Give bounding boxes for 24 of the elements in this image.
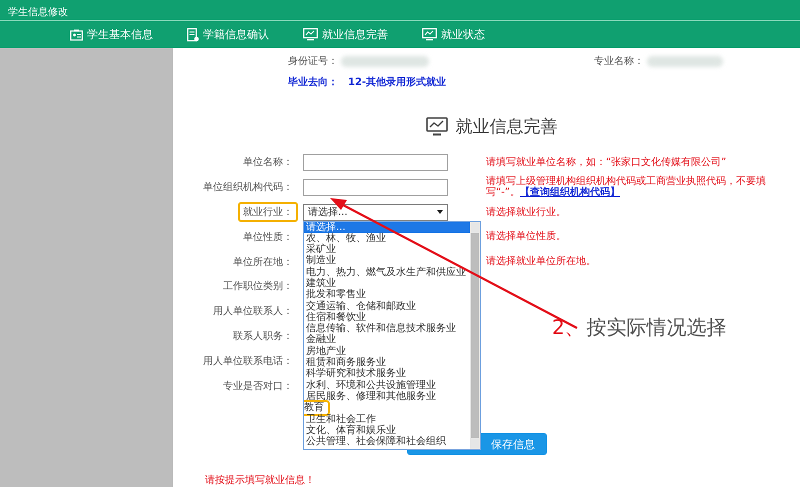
field-label: 用人单位联系电话： — [202, 354, 294, 369]
hint-text: 请填写就业单位名称，如：“张家口文化传媒有限公司” — [486, 156, 726, 168]
field-label: 专业名称： — [594, 54, 644, 68]
window-title: 学生信息修改 — [8, 7, 68, 18]
field-label: 就业行业： — [238, 202, 298, 222]
field-label: 联系人职务： — [232, 330, 294, 344]
field-label: 毕业去向： — [288, 76, 338, 89]
step-number: 2、 — [552, 314, 585, 341]
hint-text: 请选择就业行业。 — [486, 206, 566, 218]
section-title: 就业信息完善 — [456, 116, 558, 138]
field-label: 单位所在地： — [232, 256, 294, 270]
hint-text: 请选择单位性质。 — [486, 231, 566, 242]
field-label: 专业是否对口： — [222, 380, 294, 394]
hint-text: 请选择就业单位所在地。 — [486, 256, 596, 268]
field-label: 身份证号： — [288, 55, 338, 68]
field-label: 单位性质： — [242, 230, 294, 245]
hint-text: 请填写上级管理机构组织机构代码或工商营业执照代码，不要填写“-”。【查询组织机构代码】 — [486, 176, 766, 198]
field-label: 用人单位联系人： — [212, 304, 294, 320]
field-value: 12-其他录用形式就业 — [348, 76, 446, 89]
callout-text: 按实际情况选择 — [586, 314, 727, 341]
field-label: 单位名称： — [242, 156, 294, 170]
error-message: 请按提示填写就业信息！ — [205, 474, 316, 487]
field-label: 工作职位类别： — [222, 280, 294, 294]
field-label: 单位组织机构代码： — [202, 180, 294, 196]
